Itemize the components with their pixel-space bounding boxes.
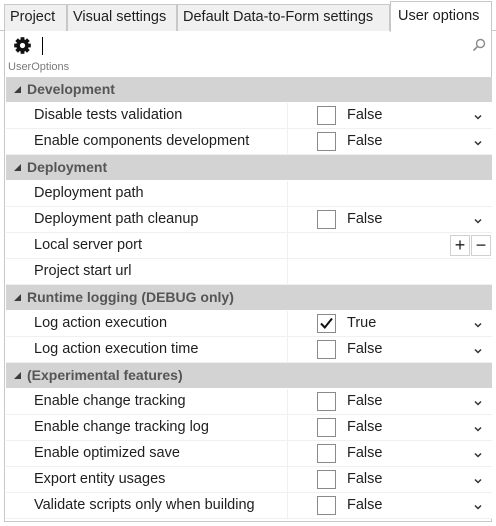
value-checkbox[interactable] [317,444,336,463]
value-checkbox[interactable] [317,340,336,359]
property-value: False [347,133,383,149]
property-name: Disable tests validation [34,107,183,123]
chevron-down-icon[interactable] [472,214,484,226]
value-checkbox[interactable] [317,392,336,411]
property-name: Export entity usages [34,471,166,487]
column-divider [287,415,288,441]
column-divider [287,467,288,493]
property-row-export-entity-usages[interactable]: Export entity usages False [6,467,492,493]
value-checkbox[interactable] [317,470,336,489]
toolbar [5,31,493,60]
chevron-down-icon[interactable] [472,448,484,460]
collapse-triangle-icon[interactable] [14,294,21,301]
column-divider [287,441,288,467]
column-divider [287,389,288,415]
column-divider [287,311,288,337]
column-divider [287,181,288,207]
chevron-down-icon[interactable] [472,344,484,356]
property-value: False [347,341,383,357]
chevron-down-icon[interactable] [472,318,484,330]
chevron-down-icon[interactable] [472,422,484,434]
property-row-project-start-url[interactable]: Project start url [6,259,492,285]
property-grid: Development Disable tests validation False… [6,77,492,519]
property-row-enable-components-development[interactable]: Enable components development False [6,129,492,155]
property-row-log-action-execution[interactable]: Log action execution True [6,311,492,337]
property-name: Enable change tracking log [34,419,209,435]
category-label: Runtime logging (DEBUG only) [27,289,234,305]
collapse-triangle-icon[interactable] [14,164,21,171]
property-name: Enable optimized save [34,445,180,461]
category-label: (Experimental features) [27,367,183,383]
property-name: Project start url [34,263,132,279]
chevron-down-icon[interactable] [472,474,484,486]
property-row-enable-change-tracking-log[interactable]: Enable change tracking log False [6,415,492,441]
column-divider [287,493,288,519]
property-name: Local server port [34,237,142,253]
column-divider [287,207,288,233]
collapse-triangle-icon[interactable] [14,372,21,379]
property-value: False [347,211,383,227]
property-value: False [347,471,383,487]
collapse-triangle-icon[interactable] [14,86,21,93]
chevron-down-icon[interactable] [472,136,484,148]
category-label: Development [27,81,115,97]
property-value: True [347,315,377,331]
property-name: Deployment path cleanup [34,211,199,227]
property-row-disable-tests-validation[interactable]: Disable tests validation False [6,103,492,129]
category-development[interactable]: Development [6,77,492,103]
value-checkbox[interactable] [317,418,336,437]
property-row-validate-scripts-only-when-building[interactable]: Validate scripts only when building False [6,493,492,519]
property-row-enable-change-tracking[interactable]: Enable change tracking False [6,389,492,415]
category-runtime-logging-debug-only[interactable]: Runtime logging (DEBUG only) [6,285,492,311]
value-checkbox[interactable] [317,106,336,125]
property-row-deployment-path-cleanup[interactable]: Deployment path cleanup False [6,207,492,233]
property-row-deployment-path[interactable]: Deployment path [6,181,492,207]
tab-visual-settings[interactable]: Visual settings [67,4,177,31]
property-value: False [347,419,383,435]
category-label: Deployment [27,159,108,175]
property-name: Validate scripts only when building [34,497,255,513]
value-checkbox[interactable] [317,210,336,229]
value-checkbox[interactable] [317,314,336,333]
property-name: Log action execution [34,315,168,331]
tab-default-data-to-form-settings[interactable]: Default Data-to-Form settings [177,4,390,31]
property-row-log-action-execution-time[interactable]: Log action execution time False [6,337,492,363]
property-name: Deployment path [34,185,144,201]
category-deployment[interactable]: Deployment [6,155,492,181]
tab-user-options[interactable]: User options [390,1,492,32]
object-name-label: UserOptions [8,61,70,73]
tab-bar: Project Visual settings Default Data-to-… [0,0,496,32]
chevron-down-icon[interactable] [472,396,484,408]
search-input-cursor[interactable] [42,37,43,55]
property-value: False [347,393,383,409]
column-divider [287,129,288,155]
value-checkbox[interactable] [317,132,336,151]
property-value: False [347,107,383,123]
column-divider [287,337,288,363]
tab-project[interactable]: Project [4,4,67,31]
property-name: Enable change tracking [34,393,186,409]
chevron-down-icon[interactable] [472,110,484,122]
chevron-down-icon[interactable] [472,500,484,512]
value-checkbox[interactable] [317,496,336,515]
property-panel: UserOptions Development Disable tests val… [4,31,492,522]
decrement-button[interactable]: − [471,235,491,256]
increment-button[interactable]: + [450,235,470,256]
gear-icon [14,37,31,54]
column-divider [287,259,288,285]
settings-button[interactable] [10,35,35,56]
property-name: Log action execution time [34,341,199,357]
property-value: False [347,445,383,461]
property-row-enable-optimized-save[interactable]: Enable optimized save False [6,441,492,467]
category-experimental-features[interactable]: (Experimental features) [6,363,492,389]
column-divider [287,233,288,259]
property-value: False [347,497,383,513]
property-row-local-server-port[interactable]: Local server port + − [6,233,492,259]
column-divider [287,103,288,129]
search-icon[interactable] [472,38,486,52]
property-name: Enable components development [34,133,250,149]
